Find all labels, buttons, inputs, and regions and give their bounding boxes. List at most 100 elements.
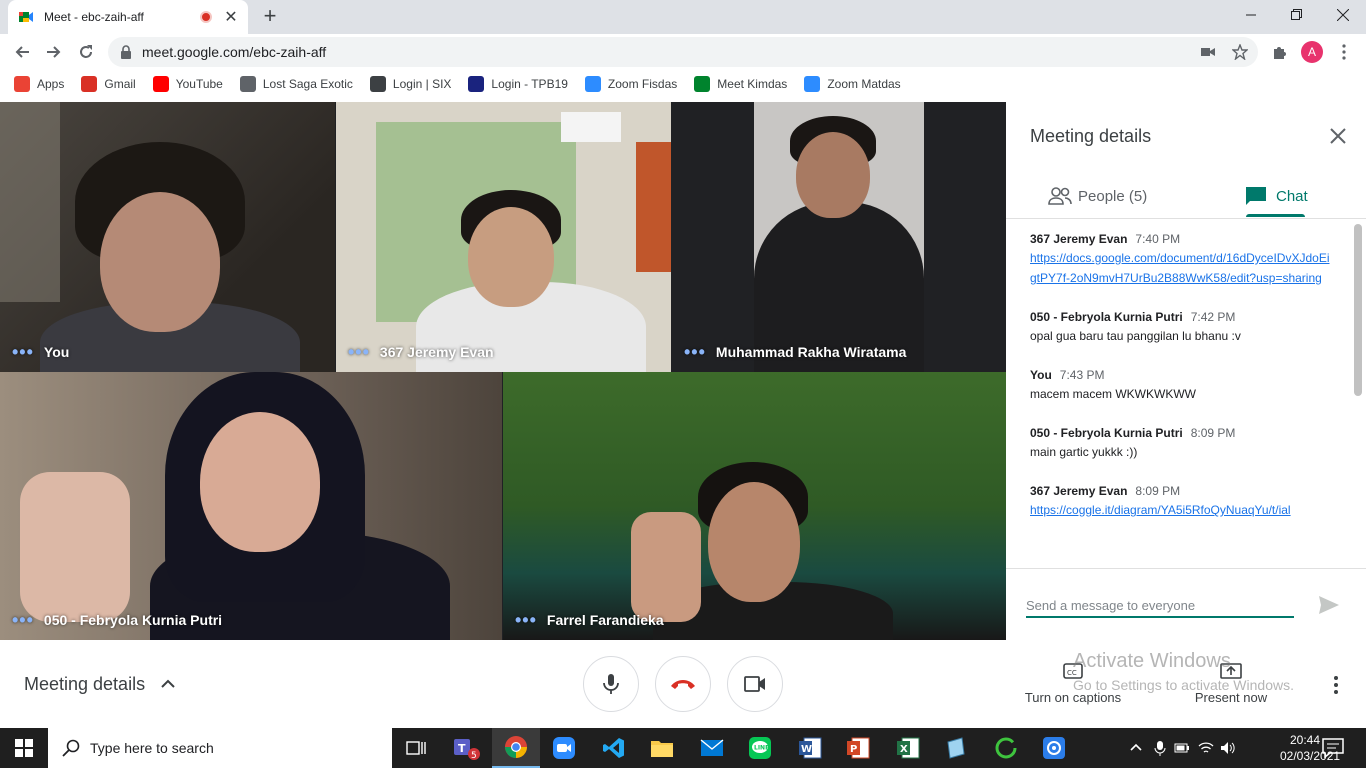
gmail-icon	[81, 76, 98, 92]
window-close-button[interactable]	[1320, 0, 1366, 30]
vscode-app-button[interactable]	[590, 728, 638, 768]
chat-divider	[1006, 568, 1366, 569]
chrome-app-button[interactable]	[492, 728, 540, 768]
taskbar-search-box[interactable]: Type here to search	[48, 728, 392, 768]
url-text: meet.google.com/ebc-zaih-aff	[142, 44, 327, 60]
powerpoint-app-button[interactable]: P	[834, 728, 882, 768]
zoom-app-button[interactable]	[540, 728, 588, 768]
participant-tile[interactable]: ••• Muhammad Rakha Wiratama	[672, 102, 1006, 372]
chat-link[interactable]: https://docs.google.com/document/d/16dDy…	[1030, 251, 1330, 285]
bookmark-item[interactable]: Zoom Fisdas	[584, 76, 677, 92]
bookmark-item[interactable]: Login | SIX	[369, 76, 451, 92]
bookmark-item[interactable]: Login - TPB19	[468, 76, 568, 92]
back-button[interactable]	[8, 38, 36, 66]
speaking-dots-icon: •••	[12, 342, 34, 362]
chrome-menu-icon[interactable]	[1334, 42, 1354, 62]
tab-chat[interactable]: Chat	[1246, 174, 1308, 218]
chat-text: opal gua baru tau panggilan lu bhanu :v	[1030, 329, 1241, 343]
file-explorer-button[interactable]	[638, 728, 686, 768]
windows-taskbar: Type here to search T5 LINE W P X 20:44 …	[0, 728, 1366, 768]
notepad-app-button[interactable]	[932, 728, 980, 768]
chat-tab-label: Chat	[1276, 187, 1308, 205]
word-app-button[interactable]: W	[786, 728, 834, 768]
new-tab-button[interactable]: +	[258, 4, 282, 28]
restore-icon	[1291, 9, 1302, 20]
chat-timestamp: 7:43 PM	[1059, 368, 1105, 382]
bookmark-item[interactable]: Apps	[14, 76, 64, 92]
chat-sender: You	[1030, 368, 1052, 382]
chat-scrollbar[interactable]	[1354, 224, 1362, 396]
chat-message-input[interactable]	[1026, 594, 1294, 618]
chat-link[interactable]: https://coggle.it/diagram/YA5i5RfoQyNuaq…	[1030, 503, 1291, 517]
forward-button[interactable]	[40, 38, 68, 66]
video-subject-face	[100, 192, 220, 332]
camera-in-use-icon[interactable]	[1198, 42, 1218, 62]
video-subject-face	[200, 412, 320, 552]
svg-text:P: P	[850, 744, 857, 755]
participant-tile[interactable]: ••• Farrel Farandieka	[503, 372, 1006, 640]
powerpoint-icon: P	[847, 737, 870, 759]
chat-sender: 050 - Febryola Kurnia Putri	[1030, 426, 1183, 440]
minimize-icon	[1246, 14, 1256, 16]
tab-people[interactable]: People (5)	[1048, 174, 1147, 218]
profile-avatar[interactable]: A	[1301, 41, 1323, 63]
mail-app-button[interactable]	[688, 728, 736, 768]
video-subject-hand	[631, 512, 701, 622]
task-view-button[interactable]	[392, 728, 440, 768]
zoom-icon	[804, 76, 821, 92]
browser-tab[interactable]: Meet - ebc-zaih-aff ✕	[8, 0, 248, 34]
address-bar[interactable]: meet.google.com/ebc-zaih-aff	[108, 37, 1258, 67]
teams-app-button[interactable]: T5	[442, 728, 490, 768]
volume-icon[interactable]	[1220, 740, 1236, 756]
activate-windows-watermark: Activate Windows Go to Settings to activ…	[1073, 650, 1294, 693]
send-icon[interactable]	[1318, 594, 1340, 616]
microphone-button[interactable]	[583, 656, 639, 712]
more-options-icon[interactable]	[1326, 674, 1346, 696]
chat-text: macem macem WKWKWKWW	[1030, 387, 1196, 401]
participant-tile[interactable]: ••• 050 - Febryola Kurnia Putri	[0, 372, 502, 640]
bookmark-item[interactable]: Zoom Matdas	[804, 76, 901, 92]
participant-tile[interactable]: ••• You	[0, 102, 335, 372]
arrow-right-icon	[47, 46, 61, 58]
chevron-up-icon[interactable]	[160, 676, 176, 692]
bookmark-label: Login - TPB19	[491, 77, 568, 91]
bookmark-star-icon[interactable]	[1230, 42, 1250, 62]
minimize-button[interactable]	[1228, 0, 1274, 30]
bookmark-item[interactable]: Gmail	[81, 76, 136, 92]
chevron-up-icon[interactable]	[1128, 740, 1144, 756]
line-app-button[interactable]: LINE	[736, 728, 784, 768]
chat-message: You 7:43 PM macem macem WKWKWKWW	[1030, 366, 1330, 404]
tab-close-icon[interactable]: ✕	[224, 7, 238, 27]
apps-grid-icon	[14, 76, 30, 92]
meet-favicon-icon	[19, 12, 33, 22]
start-button[interactable]	[0, 728, 48, 768]
bookmark-item[interactable]: Lost Saga Exotic	[239, 76, 353, 92]
extensions-puzzle-icon[interactable]	[1270, 42, 1290, 62]
reload-button[interactable]	[72, 38, 100, 66]
meeting-details-button[interactable]: Meeting details	[24, 674, 145, 695]
excel-icon: X	[897, 737, 920, 759]
chat-timestamp: 8:09 PM	[1190, 426, 1236, 440]
restore-button[interactable]	[1274, 0, 1320, 30]
bookmark-item[interactable]: Meet Kimdas	[694, 76, 787, 92]
close-icon[interactable]	[1326, 124, 1350, 148]
battery-icon[interactable]	[1174, 740, 1190, 756]
refresh-app-button[interactable]	[982, 728, 1030, 768]
lock-icon	[121, 45, 131, 59]
recording-indicator-icon	[200, 11, 212, 23]
bookmark-item[interactable]: YouTube	[152, 76, 223, 92]
participant-name: ••• 050 - Febryola Kurnia Putri	[12, 610, 223, 630]
participant-tile[interactable]: ••• 367 Jeremy Evan	[336, 102, 671, 372]
microphone-tray-icon[interactable]	[1152, 740, 1168, 756]
leave-call-button[interactable]	[655, 656, 711, 712]
tpb-icon	[468, 76, 485, 92]
microphone-icon	[603, 674, 619, 694]
notification-center-icon[interactable]	[1322, 738, 1344, 758]
windows-logo-icon	[15, 739, 33, 757]
camera-button[interactable]	[727, 656, 783, 712]
chat-timestamp: 8:09 PM	[1135, 484, 1181, 498]
webcam-app-button[interactable]	[1030, 728, 1078, 768]
excel-app-button[interactable]: X	[884, 728, 932, 768]
wifi-icon[interactable]	[1198, 740, 1214, 756]
chat-message-header: 367 Jeremy Evan 8:09 PM	[1030, 482, 1330, 500]
